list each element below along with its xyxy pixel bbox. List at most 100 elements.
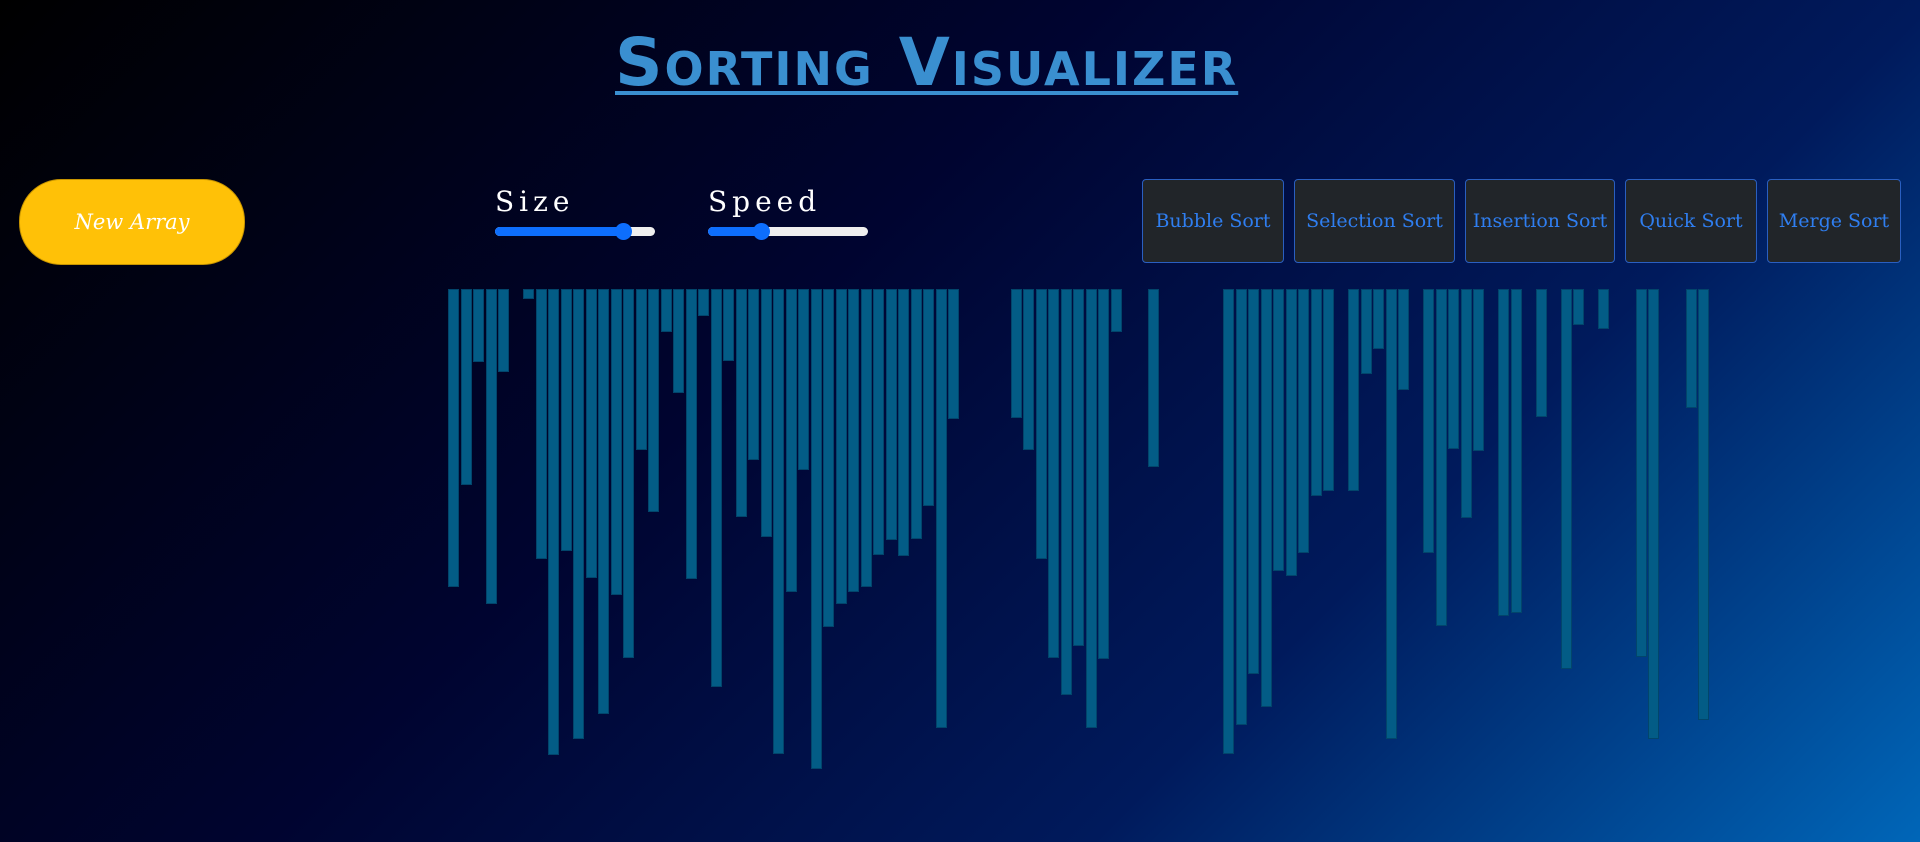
array-bar [535, 289, 547, 559]
quick-sort-button[interactable]: Quick Sort [1625, 179, 1757, 263]
array-bar [1648, 289, 1659, 739]
array-bar [1460, 289, 1472, 518]
array-bar [1486, 289, 1497, 290]
array-bar [1248, 289, 1259, 674]
array-bar [760, 289, 772, 537]
array-bar [798, 289, 809, 470]
array-bar [1661, 289, 1672, 290]
speed-slider[interactable] [708, 223, 868, 240]
array-bar [610, 289, 622, 595]
speed-slider-thumb[interactable] [752, 223, 770, 240]
array-bar [735, 289, 747, 517]
array-bar [1161, 289, 1172, 290]
array-bar [1385, 289, 1397, 739]
array-bar [1398, 289, 1409, 390]
array-bar [511, 289, 522, 290]
array-bar [498, 289, 509, 372]
insertion-sort-button[interactable]: Insertion Sort [1465, 179, 1615, 263]
array-bar [1123, 289, 1134, 290]
array-bar [885, 289, 897, 540]
array-bar [1423, 289, 1434, 553]
array-bar [785, 289, 797, 592]
array-bar [473, 289, 484, 362]
array-bar [1448, 289, 1459, 449]
selection-sort-button[interactable]: Selection Sort [1294, 179, 1455, 263]
array-bar [635, 289, 647, 450]
array-bar [1635, 289, 1647, 657]
array-bar [986, 289, 997, 290]
array-bar [1586, 289, 1597, 290]
array-bar [660, 289, 672, 332]
array-bar [523, 289, 534, 299]
array-bar [973, 289, 984, 290]
array-bar [1060, 289, 1072, 695]
array-bar [1336, 289, 1347, 290]
array-bar [773, 289, 784, 754]
array-bar [935, 289, 947, 728]
array-bar [1411, 289, 1422, 290]
array-bar [1598, 289, 1609, 329]
array-bar [1473, 289, 1484, 451]
bubble-sort-button[interactable]: Bubble Sort [1142, 179, 1284, 263]
array-bar [1685, 289, 1697, 408]
array-bar [623, 289, 634, 658]
array-bar [1173, 289, 1184, 290]
size-label: Size [495, 185, 575, 218]
array-bar [998, 289, 1009, 290]
array-bar [1273, 289, 1284, 571]
array-bar [448, 289, 459, 587]
array-bar [485, 289, 497, 604]
merge-sort-button[interactable]: Merge Sort [1767, 179, 1901, 263]
array-bar [923, 289, 934, 506]
size-slider[interactable] [495, 223, 655, 240]
array-bar [1186, 289, 1197, 290]
array-bar [848, 289, 859, 592]
array-bar [898, 289, 909, 556]
size-slider-fill [495, 227, 623, 236]
array-bar [1035, 289, 1047, 559]
array-bar [1323, 289, 1334, 491]
array-bar [573, 289, 584, 739]
array-bar [810, 289, 822, 769]
array-bar [648, 289, 659, 512]
array-bar [723, 289, 734, 361]
array-bar [1611, 289, 1622, 290]
array-bar [873, 289, 884, 555]
array-bar [748, 289, 759, 460]
speed-control: Speed [708, 188, 868, 240]
array-bar [1623, 289, 1634, 290]
array-bar [1085, 289, 1097, 728]
array-bar [1310, 289, 1322, 496]
array-bars [448, 289, 1709, 769]
array-bar [1198, 289, 1209, 290]
array-bar [1110, 289, 1122, 332]
array-bar [1510, 289, 1522, 613]
array-bar [1023, 289, 1034, 450]
array-bar [1573, 289, 1584, 325]
array-bar [835, 289, 847, 604]
array-bar [1211, 289, 1222, 290]
size-slider-thumb[interactable] [615, 223, 632, 240]
array-bar [1098, 289, 1109, 659]
array-bar [1523, 289, 1534, 290]
array-bar [585, 289, 597, 578]
array-bar [598, 289, 609, 714]
array-bar [948, 289, 959, 419]
new-array-button[interactable]: New Array [19, 179, 245, 265]
array-bar [1223, 289, 1234, 754]
array-bar [1010, 289, 1022, 418]
array-bar [710, 289, 722, 687]
array-bar [823, 289, 834, 627]
size-control: Size [495, 185, 655, 240]
array-bar [961, 289, 972, 290]
array-bar [1698, 289, 1709, 720]
array-bar [1048, 289, 1059, 658]
array-bar [1673, 289, 1684, 290]
array-bar [548, 289, 559, 755]
array-bar [1535, 289, 1547, 417]
array-bar [698, 289, 709, 316]
array-bar [1285, 289, 1297, 576]
array-bar [1360, 289, 1372, 374]
array-bar [910, 289, 922, 539]
array-bar [1548, 289, 1559, 290]
